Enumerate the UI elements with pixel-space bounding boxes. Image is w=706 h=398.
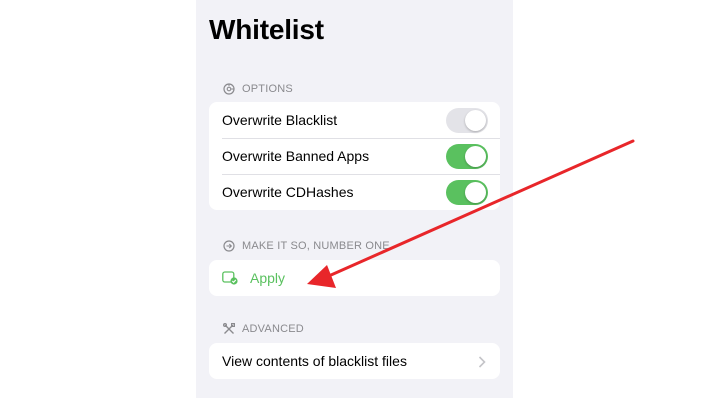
options-header-label: OPTIONS — [242, 83, 293, 95]
option-row-overwrite-banned-apps: Overwrite Banned Apps — [209, 138, 500, 174]
option-row-overwrite-blacklist: Overwrite Blacklist — [209, 102, 500, 138]
stage: Whitelist OPTIONS Overwrite Blacklist Ov… — [0, 0, 706, 398]
apply-section-header: MAKE IT SO, NUMBER ONE — [223, 238, 390, 254]
apply-button[interactable]: Apply — [209, 260, 500, 296]
toggle-knob — [465, 146, 486, 167]
toggle-knob — [465, 182, 486, 203]
arrow-circle-icon — [223, 240, 235, 252]
option-row-overwrite-cdhashes: Overwrite CDHashes — [209, 174, 500, 210]
option-label: Overwrite Blacklist — [222, 112, 338, 128]
apply-label: Apply — [250, 270, 286, 286]
option-label: Overwrite Banned Apps — [222, 148, 370, 164]
gear-icon — [223, 83, 235, 95]
advanced-header: ADVANCED — [223, 321, 304, 337]
page-title: Whitelist — [209, 14, 324, 45]
overwrite-cdhashes-toggle[interactable] — [446, 180, 488, 205]
chevron-right-icon — [478, 355, 486, 368]
overwrite-banned-apps-toggle[interactable] — [446, 144, 488, 169]
view-blacklist-files-row[interactable]: View contents of blacklist files — [209, 343, 500, 379]
advanced-header-label: ADVANCED — [242, 323, 304, 335]
options-header: OPTIONS — [223, 81, 293, 97]
apply-section-header-label: MAKE IT SO, NUMBER ONE — [242, 240, 390, 252]
toggle-knob — [465, 110, 486, 131]
advanced-group: View contents of blacklist files — [209, 343, 500, 379]
phone-screen: Whitelist OPTIONS Overwrite Blacklist Ov… — [196, 0, 513, 398]
apply-checkmark-icon — [222, 271, 238, 285]
apply-group: Apply — [209, 260, 500, 296]
overwrite-blacklist-toggle[interactable] — [446, 108, 488, 133]
view-blacklist-files-label: View contents of blacklist files — [222, 353, 407, 369]
options-group: Overwrite Blacklist Overwrite Banned App… — [209, 102, 500, 210]
option-label: Overwrite CDHashes — [222, 184, 354, 200]
tools-icon — [223, 323, 235, 335]
